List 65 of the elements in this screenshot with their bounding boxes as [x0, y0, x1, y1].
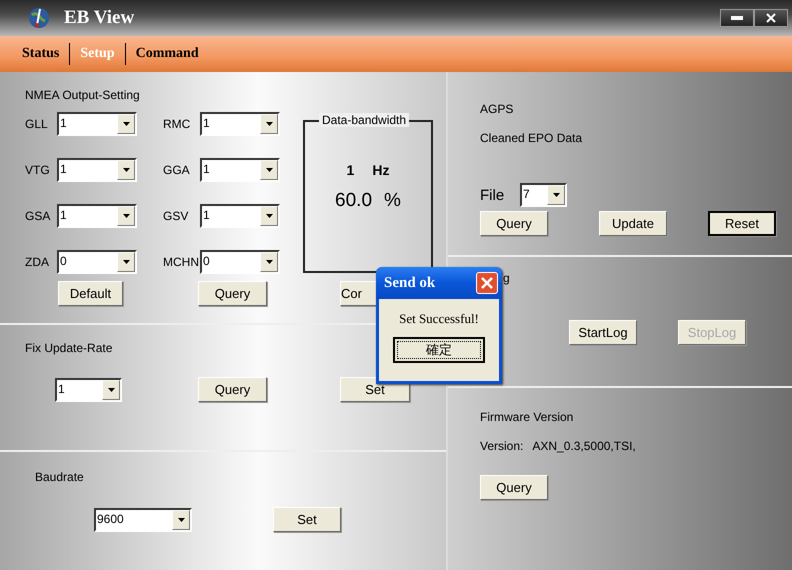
field-label: GSV — [163, 209, 188, 223]
field-label: File — [480, 186, 506, 204]
button[interactable]: Set — [273, 507, 341, 532]
tab[interactable]: Command — [126, 42, 209, 66]
dialog-message: Set Successful! — [398, 311, 480, 327]
dropdown-arrow-icon — [266, 168, 272, 172]
close-button[interactable] — [754, 9, 788, 27]
dropdown-field[interactable]: 1 — [200, 204, 280, 228]
percent-value: 60.0 — [335, 190, 372, 212]
version-label: Version: — [480, 439, 524, 453]
dropdown-arrow-icon — [266, 260, 272, 264]
section-title: g — [503, 271, 510, 285]
rate-unit: Hz — [372, 162, 390, 178]
section-title: Fix Update-Rate — [25, 341, 112, 355]
dropdown-field[interactable]: 1 — [57, 204, 137, 228]
section-title: Firmware Version — [480, 410, 574, 424]
dropdown-field[interactable]: 1 — [55, 378, 122, 402]
ok-button[interactable]: 確定 — [393, 337, 485, 363]
dropdown-arrow-icon — [122, 214, 130, 218]
group-title: Data-bandwidth — [319, 113, 410, 127]
dropdown-field[interactable]: 0 — [200, 250, 280, 274]
dropdown-field[interactable]: 1 — [200, 158, 280, 182]
dropdown-field[interactable]: 1 — [57, 112, 137, 136]
percent-sign: % — [384, 190, 401, 212]
window-title: EB View — [64, 7, 134, 29]
dropdown-field[interactable]: 1 — [200, 112, 280, 136]
close-icon — [481, 277, 493, 289]
close-icon — [766, 13, 776, 23]
dropdown-field[interactable]: 0 — [57, 250, 137, 274]
dropdown-arrow-icon — [122, 260, 130, 264]
dropdown-arrow-icon — [108, 388, 114, 392]
field-label: MCHN — [163, 255, 199, 269]
button[interactable]: StartLog — [569, 320, 637, 345]
button[interactable]: Query — [480, 211, 548, 236]
button[interactable]: Update — [599, 211, 667, 236]
button[interactable]: Query — [198, 377, 267, 402]
dropdown-arrow-icon — [552, 193, 560, 197]
version-value: AXN_0.3,5000,TSI, — [532, 439, 636, 453]
dropdown-arrow-icon — [122, 168, 130, 172]
field-label: GGA — [163, 163, 190, 177]
dropdown-field[interactable]: 7 — [520, 183, 567, 207]
section-title: AGPS — [480, 102, 514, 116]
dropdown-field[interactable]: 1 — [57, 158, 137, 182]
field-label: VTG — [25, 163, 50, 177]
button[interactable]: Query — [198, 281, 267, 306]
rate-value: 1 — [346, 162, 354, 178]
section-title: Baudrate — [35, 470, 84, 484]
dropdown-field[interactable]: 9600 — [94, 508, 192, 532]
dropdown-arrow-icon — [122, 122, 130, 126]
minimize-icon — [731, 16, 743, 20]
field-label: GSA — [25, 209, 50, 223]
field-label: GLL — [25, 117, 48, 131]
field-label: RMC — [163, 117, 190, 131]
button[interactable]: Reset — [708, 211, 776, 236]
dropdown-arrow-icon — [178, 518, 184, 522]
globe-icon — [28, 7, 50, 29]
minimize-button[interactable] — [720, 9, 754, 27]
button[interactable]: Default — [58, 281, 123, 306]
status-text: Cleaned EPO Data — [480, 131, 582, 145]
dropdown-arrow-icon — [266, 122, 272, 126]
field-label: ZDA — [25, 255, 49, 269]
button[interactable]: Query — [480, 475, 548, 500]
section-title: NMEA Output-Setting — [25, 88, 140, 102]
dropdown-arrow-icon — [266, 214, 272, 218]
tab[interactable]: Status — [12, 42, 70, 66]
